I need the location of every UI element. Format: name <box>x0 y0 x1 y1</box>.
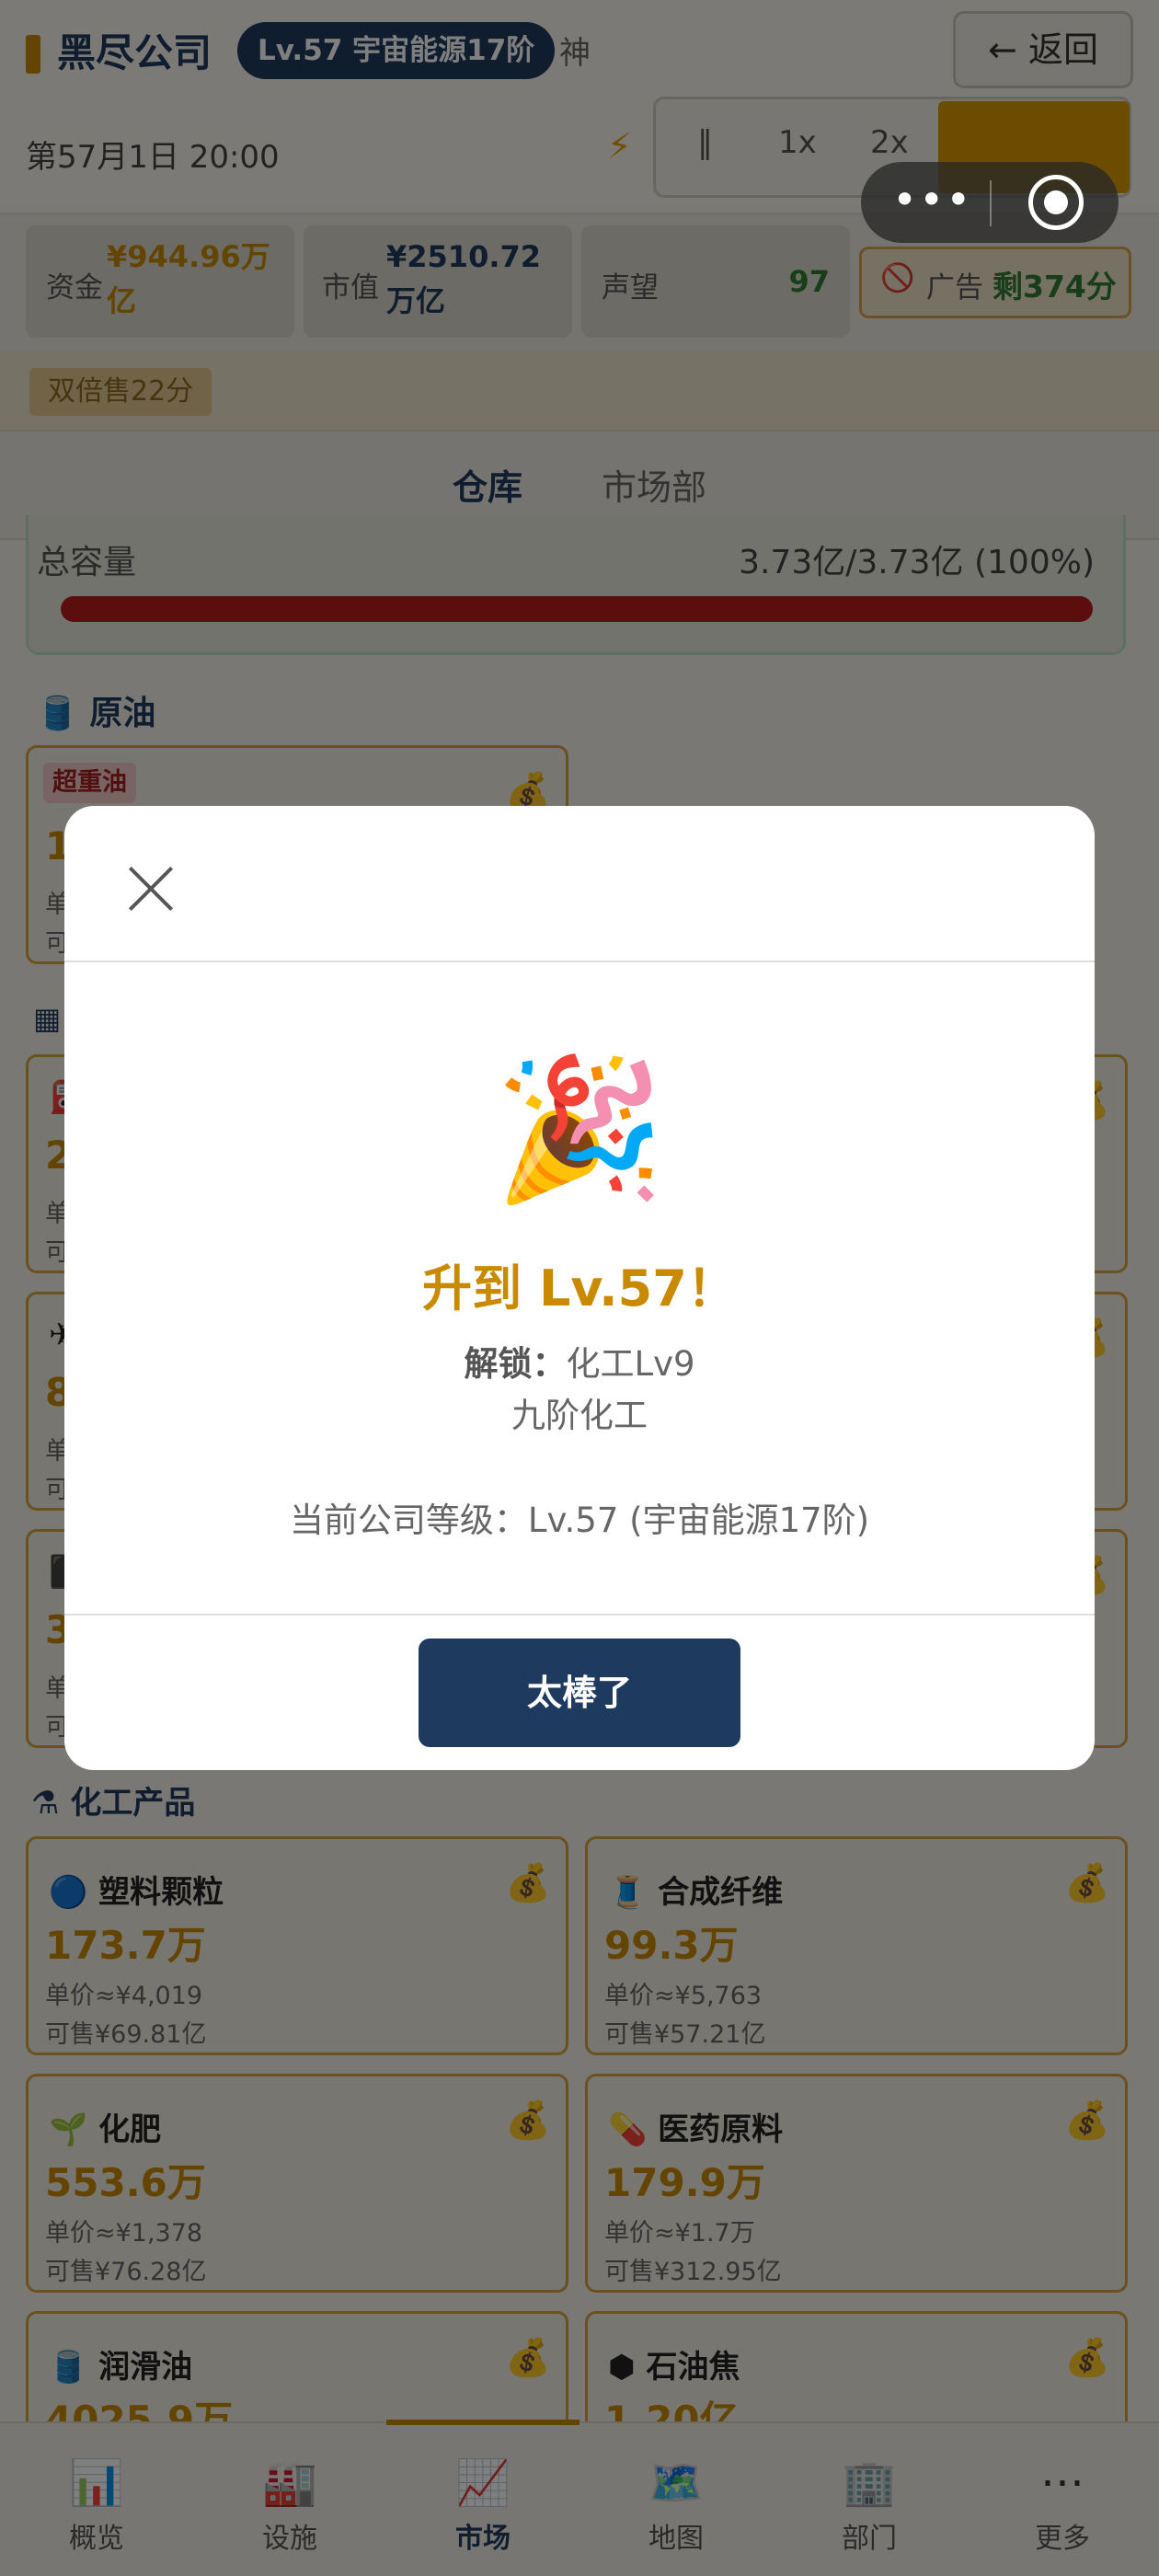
party-popper-icon: 🎉 <box>493 1050 666 1210</box>
unlock-label: 解锁： <box>464 1344 567 1384</box>
modal-title: 升到 Lv.57！ <box>422 1259 737 1317</box>
modal-divider-top <box>64 960 1095 962</box>
modal-divider-bottom <box>64 1614 1095 1616</box>
unlock-line: 解锁：化工Lv9 <box>64 1336 1095 1386</box>
close-target-icon[interactable] <box>1028 175 1084 230</box>
current-level-text: 当前公司等级：Lv.57 (宇宙能源17阶) <box>289 1501 870 1540</box>
more-icon[interactable]: ••• <box>892 175 972 224</box>
close-icon[interactable] <box>121 859 180 918</box>
capsule-divider <box>990 180 992 226</box>
confirm-button[interactable]: 太棒了 <box>419 1639 740 1747</box>
unlock-subtitle: 九阶化工 <box>511 1396 648 1435</box>
unlock-value: 化工Lv9 <box>566 1344 695 1384</box>
level-up-modal: 🎉 升到 Lv.57！ 解锁：化工Lv9 九阶化工 当前公司等级：Lv.57 (… <box>64 806 1095 1770</box>
